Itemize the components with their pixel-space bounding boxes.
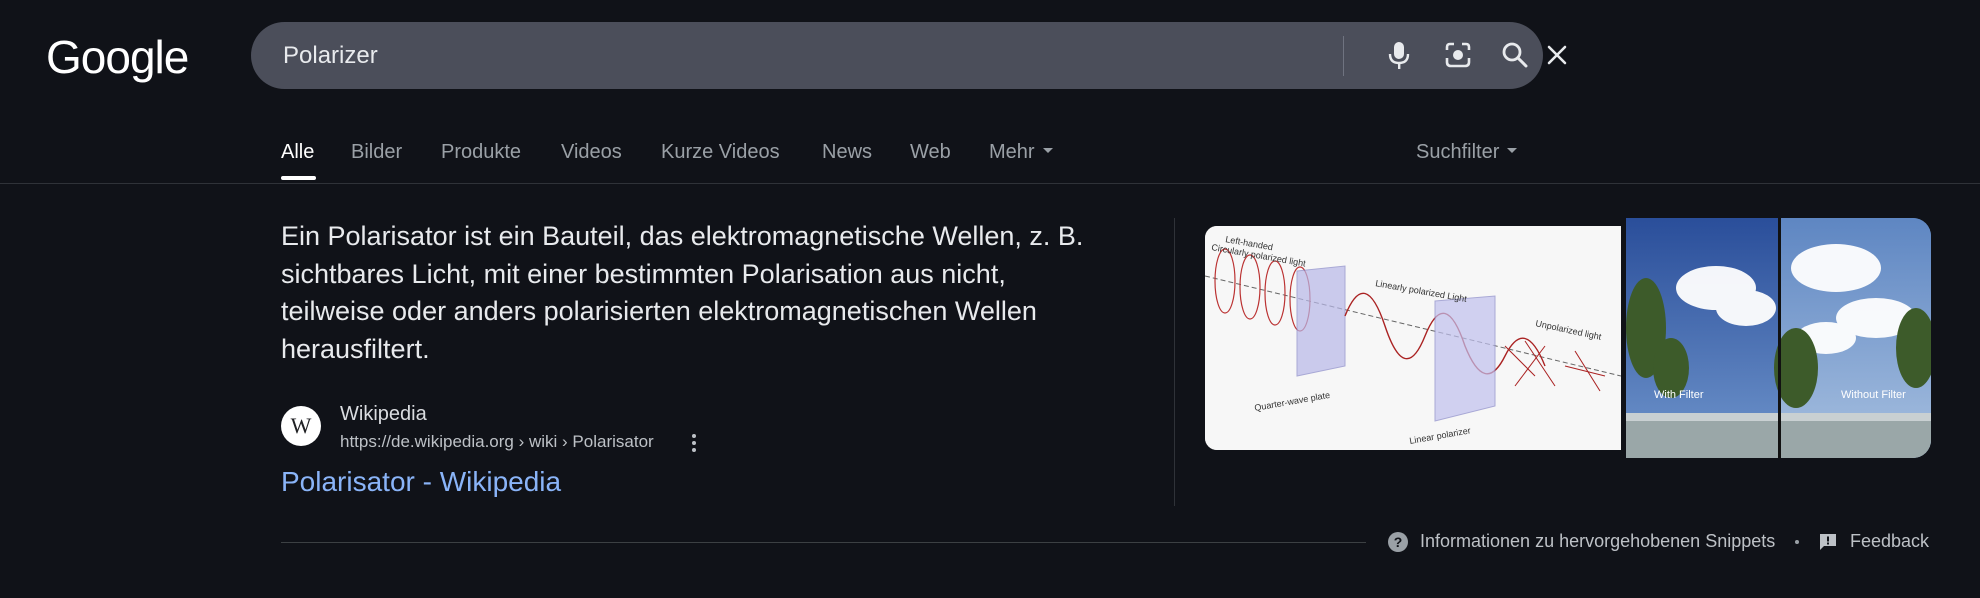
polarization-diagram-image[interactable]: Left-handed Circularly polarized light L… — [1205, 226, 1621, 450]
wikipedia-favicon[interactable]: W — [281, 406, 321, 446]
snippet-divider — [1174, 218, 1175, 506]
search-input[interactable] — [281, 38, 1235, 74]
search-filter-button[interactable]: Suchfilter — [1416, 141, 1518, 164]
google-results-page: Google Polarizer Alle Bilder Produkte Vi… — [0, 0, 1980, 598]
chevron-down-icon — [1042, 148, 1053, 154]
chevron-down-icon — [1507, 148, 1518, 154]
search-bar[interactable] — [251, 22, 1567, 89]
search-filter-label: Suchfilter — [1416, 141, 1500, 163]
camera-lens-icon[interactable] — [1440, 37, 1476, 73]
snippet-info-link[interactable]: ? Informationen zu hervorgehobenen Snipp… — [1388, 531, 1775, 552]
search-divider — [1343, 36, 1344, 76]
snippet-info-label: Informationen zu hervorgehobenen Snippet… — [1420, 531, 1776, 551]
feedback-icon — [1820, 533, 1836, 550]
header-divider — [0, 183, 1980, 184]
tab-mehr-label: Mehr — [989, 141, 1035, 163]
search-tabs: Alle Bilder Produkte Videos Kurze Videos… — [0, 135, 1980, 185]
tab-produkte[interactable]: Produkte — [441, 141, 521, 164]
tab-videos[interactable]: Videos — [561, 141, 622, 164]
more-options-icon[interactable] — [687, 431, 701, 455]
tab-news[interactable]: News — [822, 141, 872, 164]
source-url[interactable]: https://de.wikipedia.org › wiki › Polari… — [340, 432, 654, 452]
filter-comparison-image[interactable]: With Filter Without Filter — [1626, 218, 1931, 458]
photo-label-with-filter: With Filter — [1654, 389, 1704, 401]
result-title-link[interactable]: Polarisator - Wikipedia — [281, 466, 561, 498]
help-icon: ? — [1388, 531, 1408, 552]
snippet-bottom-divider — [281, 542, 1366, 543]
feedback-link[interactable]: Feedback — [1818, 531, 1929, 552]
close-icon[interactable] — [1539, 37, 1575, 73]
tab-kurze-videos[interactable]: Kurze Videos — [661, 141, 780, 164]
source-name[interactable]: Wikipedia — [340, 403, 427, 426]
feedback-label: Feedback — [1850, 531, 1930, 551]
tab-mehr[interactable]: Mehr — [989, 141, 1053, 164]
active-tab-indicator — [281, 176, 316, 180]
tab-alle[interactable]: Alle — [281, 141, 314, 164]
search-icon[interactable] — [1497, 37, 1533, 73]
google-logo[interactable]: Google — [46, 30, 189, 84]
microphone-icon[interactable] — [1381, 37, 1417, 73]
tab-web[interactable]: Web — [910, 141, 951, 164]
featured-snippet-text: Ein Polarisator ist ein Bauteil, das ele… — [281, 221, 1084, 364]
tab-bilder[interactable]: Bilder — [351, 141, 402, 164]
photo-label-without-filter: Without Filter — [1841, 389, 1906, 401]
footer-separator — [1795, 540, 1799, 544]
